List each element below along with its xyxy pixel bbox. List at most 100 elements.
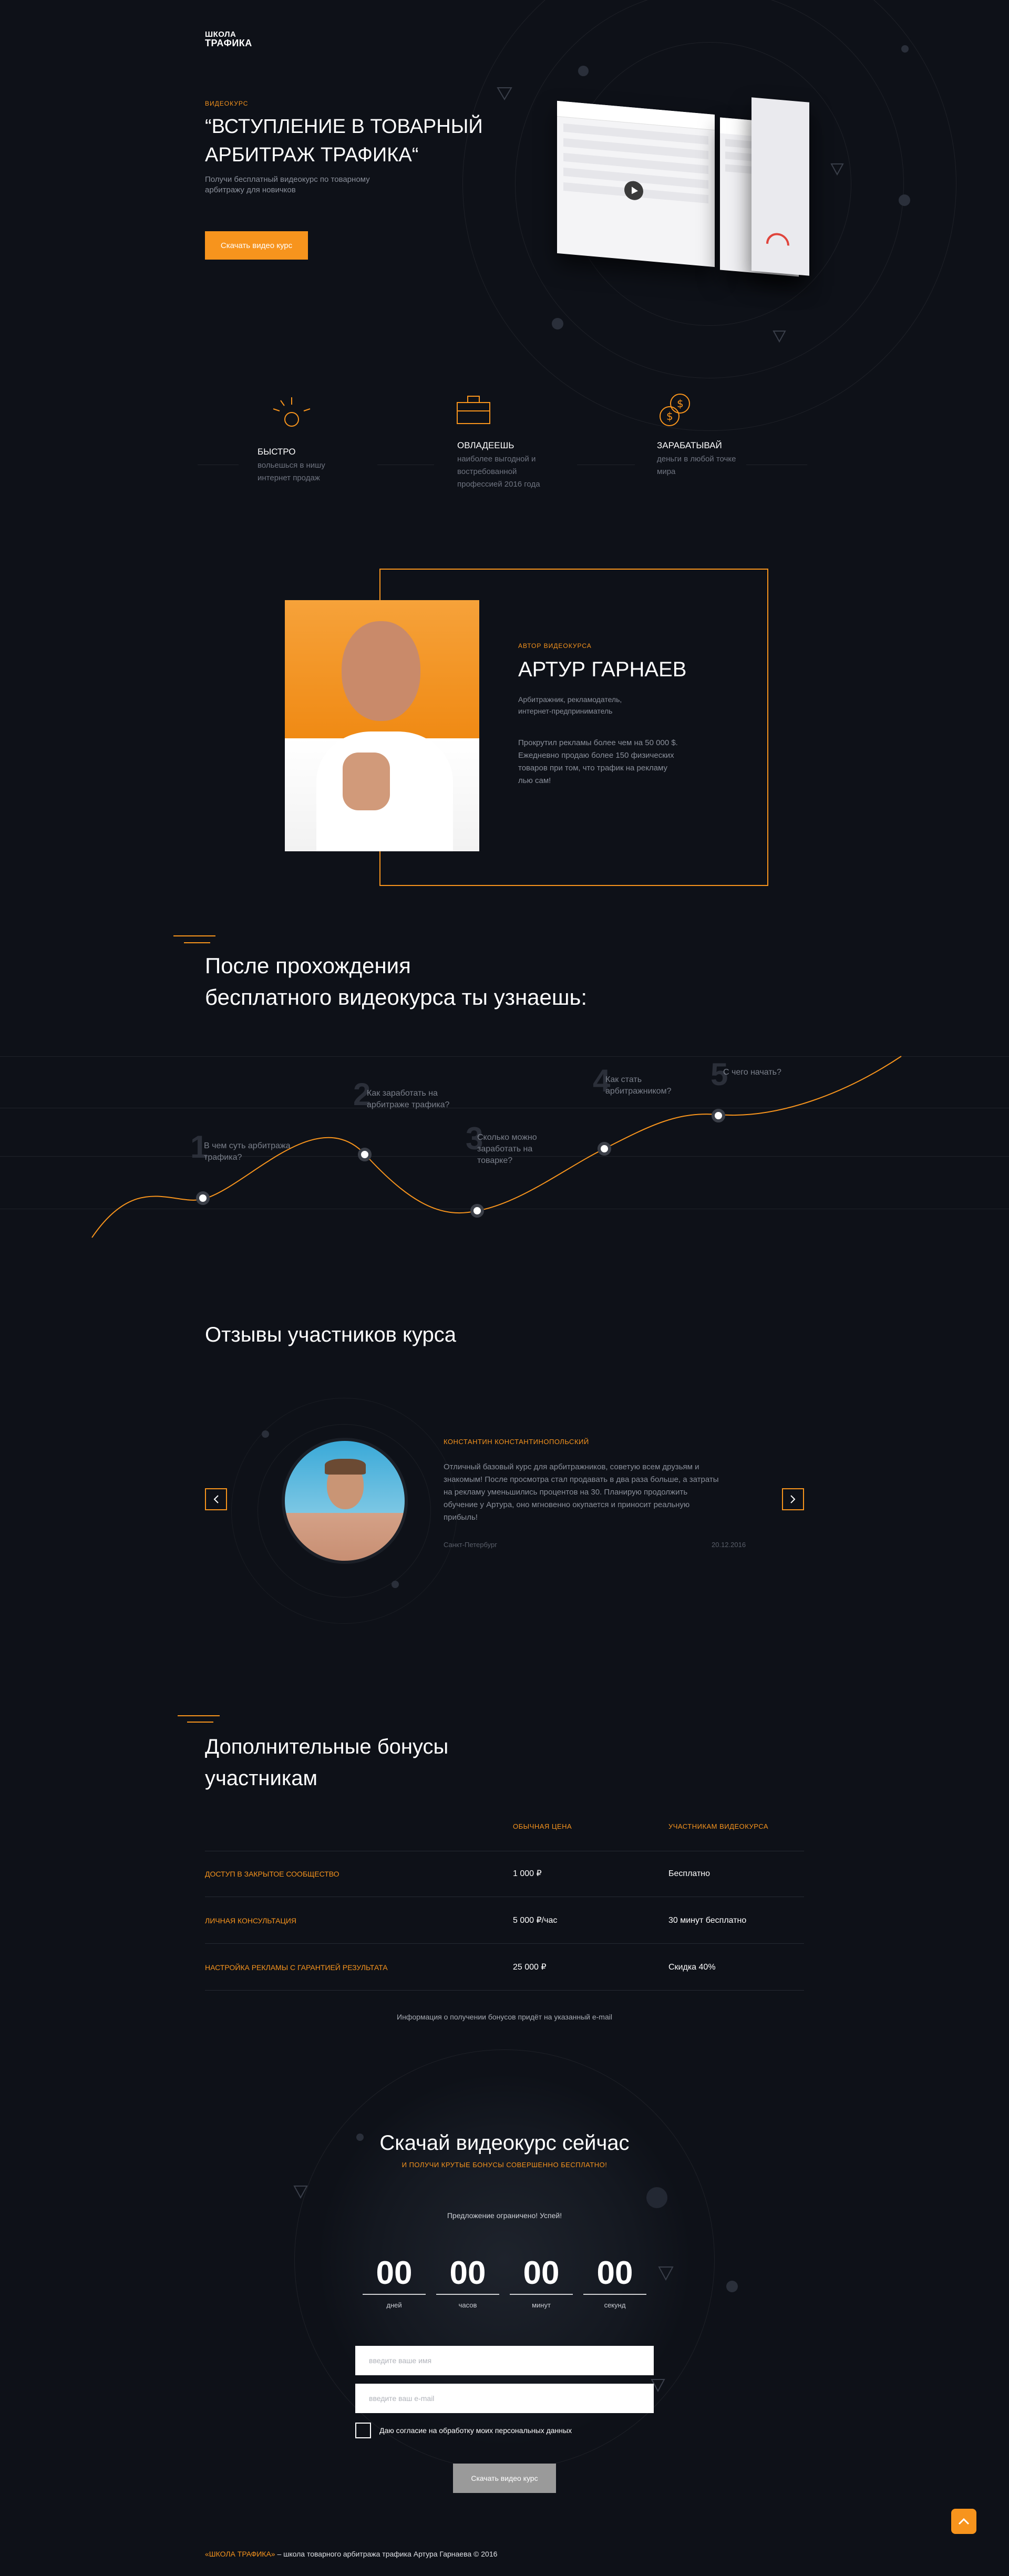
limited-offer: Предложение ограничено! Успей!	[447, 2211, 562, 2220]
author-bio-line: лью сам!	[518, 776, 551, 785]
coins-icon: $ $	[660, 394, 690, 426]
logo-line: ШКОЛА	[205, 30, 236, 39]
decor-dot	[726, 2281, 738, 2292]
learn-heading-line: После прохождения	[205, 953, 411, 978]
bonus-row: ЛИЧНАЯ КОНСУЛЬТАЦИЯ 5 000 ₽/час 30 минут…	[205, 1898, 804, 1944]
countdown-label: дней	[386, 2301, 402, 2309]
submit-download-button[interactable]: Скачать видео курс	[453, 2464, 556, 2493]
countdown-label: часов	[458, 2301, 477, 2309]
author-bio-line: Ежедневно продаю более 150 физических	[518, 751, 674, 760]
step-marker[interactable]	[470, 1204, 484, 1218]
logo-line: ТРАФИКА	[205, 38, 252, 48]
step-marker[interactable]	[358, 1148, 372, 1161]
chevron-up-icon	[958, 2518, 970, 2525]
review-text-line: Отличный базовый курс для арбитражников,…	[444, 1462, 699, 1471]
bonus-row: ДОСТУП В ЗАКРЫТОЕ СООБЩЕСТВО 1 000 ₽ Бес…	[205, 1851, 804, 1897]
step-marker[interactable]	[196, 1191, 210, 1205]
step-text-line: Как заработать на	[367, 1089, 438, 1098]
review-text-line: знакомым! После просмотра стал продавать…	[444, 1475, 719, 1484]
decor-dot	[899, 194, 910, 206]
bonus-name: НАСТРОЙКА РЕКЛАМЫ С ГАРАНТИЕЙ РЕЗУЛЬТАТА	[205, 1963, 388, 1972]
learn-heading: После прохождения бесплатного видеокурса…	[205, 950, 587, 1013]
prev-review-button[interactable]	[205, 1488, 227, 1510]
reviewer-avatar	[282, 1438, 408, 1564]
bonuses-heading-line: Дополнительные бонусы	[205, 1735, 449, 1758]
consent-checkbox[interactable]	[355, 2423, 371, 2438]
triangle-icon	[497, 87, 512, 100]
step-4: 4 Как стать арбитражником?	[593, 1063, 671, 1099]
author-role: Арбитражник, рекламодатель, интернет-пре…	[518, 694, 622, 717]
step-marker[interactable]	[598, 1142, 611, 1156]
bonuses-heading: Дополнительные бонусы участникам	[205, 1731, 448, 1794]
footer-brand[interactable]: «ШКОЛА ТРАФИКА»	[205, 2550, 275, 2558]
column-header-members: УЧАСТНИКАМ ВИДЕОКУРСА	[668, 1822, 768, 1830]
scroll-top-button[interactable]	[951, 2509, 976, 2534]
email-input[interactable]: введите ваш e-mail	[355, 2384, 654, 2413]
hero-eyebrow: ВИДЕОКУРС	[205, 100, 249, 107]
bonus-name: ЛИЧНАЯ КОНСУЛЬТАЦИЯ	[205, 1916, 297, 1925]
step-text: Как стать арбитражником?	[605, 1074, 711, 1097]
step-marker[interactable]	[712, 1109, 725, 1122]
step-text: Сколько можно заработать на товарке?	[477, 1132, 572, 1167]
feature-earn: ЗАРАБАТЫВАЙ деньги в любой точке мира	[657, 440, 736, 478]
triangle-icon	[293, 2186, 308, 2199]
download-heading: Скачай видеокурс сейчас	[379, 2131, 630, 2155]
step-text-line: заработать на	[477, 1145, 533, 1153]
accent-line	[173, 935, 215, 936]
feature-title: ОВЛАДЕЕШЬ	[457, 440, 514, 450]
author-bio: Прокрутил рекламы более чем на 50 000 $.…	[518, 737, 678, 787]
feature-description: вольешься в нишу интернет продаж	[258, 459, 325, 485]
bonus-member-price: Бесплатно	[668, 1869, 711, 1878]
step-text-line: трафика?	[204, 1153, 242, 1162]
feature-description: наиболее выгодной и востребованной профе…	[457, 453, 540, 491]
bonuses-note: Информация о получении бонусов придёт на…	[397, 2013, 612, 2021]
bonus-member-price: 30 минут бесплатно	[668, 1916, 747, 1925]
feature-title: БЫСТРО	[258, 447, 296, 457]
feature-line: вольешься в нишу	[258, 461, 325, 470]
footer: «ШКОЛА ТРАФИКА» – школа товарного арбитр…	[205, 2550, 497, 2558]
decor-dot	[392, 1581, 399, 1588]
course-screen-preview	[751, 97, 809, 276]
author-role-line: интернет-предприниматель	[518, 707, 613, 715]
download-course-button[interactable]: Скачать видео курс	[205, 231, 308, 260]
learn-heading-line: бесплатного видеокурса ты узнаешь:	[205, 985, 588, 1009]
hero-subtitle-line: Получи бесплатный видеокурс по товарному	[205, 175, 370, 184]
accent-line	[187, 1722, 213, 1723]
play-icon[interactable]	[624, 180, 643, 201]
step-text-line: арбитражником?	[605, 1087, 672, 1096]
next-review-button[interactable]	[782, 1488, 804, 1510]
author-name: АРТУР ГАРНАЕВ	[518, 658, 687, 681]
name-input[interactable]: введите ваше имя	[355, 2346, 654, 2375]
step-3: 3 Сколько можно заработать на товарке?	[466, 1120, 537, 1165]
logo[interactable]: ШКОЛА ТРАФИКА	[205, 30, 252, 48]
decor-dot	[578, 66, 589, 76]
feature-line: мира	[657, 467, 676, 476]
hero-subtitle: Получи бесплатный видеокурс по товарному…	[205, 174, 370, 195]
countdown-hours: 00 часов	[436, 2254, 499, 2309]
review-text-line: обучение у Артура, оно мгновенно окупает…	[444, 1500, 690, 1509]
author-bio-line: товаров при том, что трафик на рекламу	[518, 764, 668, 772]
review-text: Отличный базовый курс для арбитражников,…	[444, 1461, 738, 1524]
accent-line	[178, 1715, 220, 1716]
briefcase-icon	[457, 396, 490, 424]
countdown-minutes: 00 минут	[510, 2254, 573, 2309]
step-text: В чем суть арбитража трафика?	[204, 1140, 309, 1163]
accent-line	[184, 942, 210, 943]
step-text: Как заработать на арбитраже трафика?	[367, 1088, 472, 1111]
author-role-line: Арбитражник, рекламодатель,	[518, 695, 622, 704]
bonus-regular-price: 25 000 ₽	[513, 1963, 547, 1972]
bonus-member-price: Скидка 40%	[668, 1963, 716, 1972]
author-bio-line: Прокрутил рекламы более чем на 50 000 $.	[518, 738, 678, 747]
step-text-line: арбитраже трафика?	[367, 1100, 450, 1109]
countdown-value: 00	[376, 2255, 413, 2291]
hero-subtitle-line: арбитражу для новичков	[205, 186, 296, 194]
decor-dot	[262, 1430, 269, 1438]
download-subheading: И ПОЛУЧИ КРУТЫЕ БОНУСЫ СОВЕРШЕННО БЕСПЛА…	[401, 2161, 608, 2169]
reviews-heading: Отзывы участников курса	[205, 1323, 457, 1346]
step-text-line: Как стать	[605, 1075, 642, 1084]
feature-line: наиболее выгодной и	[457, 455, 536, 463]
svg-text:$: $	[666, 410, 673, 423]
bonus-regular-price: 1 000 ₽	[513, 1869, 542, 1878]
step-2: 2 Как заработать на арбитраже трафика?	[353, 1076, 449, 1112]
feature-line: интернет продаж	[258, 473, 320, 482]
